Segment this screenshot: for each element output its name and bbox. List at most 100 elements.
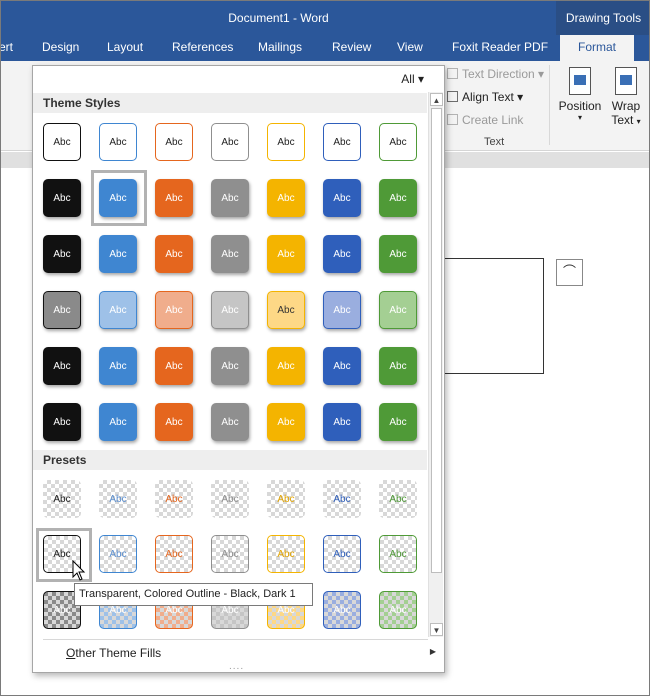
tab-mailings[interactable]: Mailings xyxy=(258,40,302,54)
theme-style-swatch[interactable]: Abc xyxy=(211,235,249,273)
swatch-label: Abc xyxy=(109,416,127,428)
swatch-label: Abc xyxy=(221,493,239,505)
preset-swatch[interactable]: Abc xyxy=(323,535,361,573)
preset-swatch[interactable]: Abc xyxy=(211,535,249,573)
theme-style-swatch[interactable]: Abc xyxy=(211,347,249,385)
swatch-label: Abc xyxy=(221,548,239,560)
swatch-label: Abc xyxy=(389,604,407,616)
theme-style-swatch[interactable]: Abc xyxy=(379,291,417,329)
tab-layout[interactable]: Layout xyxy=(107,40,143,54)
theme-style-swatch[interactable]: Abc xyxy=(99,347,137,385)
theme-style-swatch[interactable]: Abc xyxy=(155,235,193,273)
preset-swatch[interactable]: Abc xyxy=(155,480,193,518)
swatch-label: Abc xyxy=(53,136,71,148)
swatch-label: Abc xyxy=(277,604,295,616)
preset-swatch[interactable]: Abc xyxy=(99,480,137,518)
theme-style-swatch[interactable]: Abc xyxy=(99,403,137,441)
theme-style-swatch[interactable]: Abc xyxy=(267,123,305,161)
swatch-label: Abc xyxy=(165,416,183,428)
theme-style-swatch[interactable]: Abc xyxy=(323,403,361,441)
swatch-label: Abc xyxy=(53,604,71,616)
text-box-shape[interactable] xyxy=(441,258,544,374)
theme-style-swatch[interactable]: Abc xyxy=(43,179,81,217)
drawing-tools-context-header: Drawing Tools xyxy=(556,1,649,35)
theme-style-swatch[interactable]: Abc xyxy=(155,291,193,329)
theme-style-swatch[interactable]: Abc xyxy=(155,123,193,161)
preset-swatch[interactable]: Abc xyxy=(99,535,137,573)
theme-style-swatch[interactable]: Abc xyxy=(43,123,81,161)
swatch-label: Abc xyxy=(165,304,183,316)
preset-swatch[interactable]: Abc xyxy=(211,480,249,518)
theme-style-swatch[interactable]: Abc xyxy=(379,403,417,441)
swatch-label: Abc xyxy=(277,548,295,560)
theme-style-swatch[interactable]: Abc xyxy=(155,403,193,441)
preset-swatch[interactable]: Abc xyxy=(379,591,417,629)
scroll-down-icon[interactable]: ▼ xyxy=(430,623,443,636)
align-text-button[interactable]: Align Text ▾ xyxy=(447,90,523,104)
gallery-scrollbar[interactable]: ▲ ▼ xyxy=(428,92,443,637)
ribbon-tabs: ert Design Layout References Mailings Re… xyxy=(1,35,649,61)
swatch-label: Abc xyxy=(109,493,127,505)
theme-style-swatch[interactable]: Abc xyxy=(211,291,249,329)
preset-swatch[interactable]: Abc xyxy=(43,480,81,518)
theme-style-swatch[interactable]: Abc xyxy=(155,347,193,385)
tab-view[interactable]: View xyxy=(397,40,423,54)
position-button[interactable]: Position ▾ xyxy=(556,67,604,122)
app-window: Document1 - Word Drawing Tools ert Desig… xyxy=(0,0,650,696)
theme-style-swatch[interactable]: Abc xyxy=(43,235,81,273)
text-direction-button[interactable]: Text Direction ▾ xyxy=(447,67,544,81)
other-theme-fills-item[interactable]: Other Theme Fills xyxy=(66,646,161,660)
preset-swatch[interactable]: Abc xyxy=(267,535,305,573)
tab-references[interactable]: References xyxy=(172,40,233,54)
swatch-label: Abc xyxy=(165,360,183,372)
preset-swatch[interactable]: Abc xyxy=(155,535,193,573)
theme-style-swatch[interactable]: Abc xyxy=(211,179,249,217)
theme-style-swatch[interactable]: Abc xyxy=(99,291,137,329)
theme-style-swatch[interactable]: Abc xyxy=(211,123,249,161)
theme-style-swatch[interactable]: Abc xyxy=(155,179,193,217)
preset-swatch[interactable]: Abc xyxy=(323,480,361,518)
preset-swatch[interactable]: Abc xyxy=(323,591,361,629)
scroll-up-icon[interactable]: ▲ xyxy=(430,93,443,106)
wrap-text-button[interactable]: Wrap Text ▾ xyxy=(605,67,647,127)
theme-style-swatch[interactable]: Abc xyxy=(323,291,361,329)
theme-style-swatch[interactable]: Abc xyxy=(267,347,305,385)
swatch-label: Abc xyxy=(221,360,239,372)
theme-style-swatch[interactable]: Abc xyxy=(43,347,81,385)
preset-swatch[interactable]: Abc xyxy=(267,480,305,518)
theme-style-swatch[interactable]: Abc xyxy=(379,235,417,273)
resize-grip[interactable]: .... xyxy=(229,661,244,672)
preset-swatch[interactable]: Abc xyxy=(379,535,417,573)
theme-style-swatch[interactable]: Abc xyxy=(43,403,81,441)
layout-options-button[interactable]: ⌒ xyxy=(556,259,583,286)
theme-style-swatch[interactable]: Abc xyxy=(267,291,305,329)
swatch-label: Abc xyxy=(165,248,183,260)
theme-style-swatch[interactable]: Abc xyxy=(99,235,137,273)
tab-insert[interactable]: ert xyxy=(1,40,13,54)
preset-swatch[interactable]: Abc xyxy=(379,480,417,518)
theme-style-swatch[interactable]: Abc xyxy=(379,347,417,385)
theme-style-swatch[interactable]: Abc xyxy=(323,179,361,217)
theme-style-swatch[interactable]: Abc xyxy=(267,179,305,217)
swatch-label: Abc xyxy=(221,304,239,316)
swatch-label: Abc xyxy=(53,493,71,505)
theme-style-swatch[interactable]: Abc xyxy=(43,291,81,329)
theme-style-swatch[interactable]: Abc xyxy=(379,179,417,217)
swatch-label: Abc xyxy=(53,248,71,260)
theme-style-swatch[interactable]: Abc xyxy=(379,123,417,161)
scrollbar-thumb[interactable] xyxy=(431,108,442,573)
theme-style-swatch[interactable]: Abc xyxy=(211,403,249,441)
filter-dropdown[interactable]: All ▾ xyxy=(401,72,424,86)
theme-style-swatch[interactable]: Abc xyxy=(323,347,361,385)
tab-design[interactable]: Design xyxy=(42,40,79,54)
theme-style-swatch[interactable]: Abc xyxy=(323,123,361,161)
swatch-label: Abc xyxy=(277,360,295,372)
theme-style-swatch[interactable]: Abc xyxy=(267,235,305,273)
tab-foxit-reader-pdf[interactable]: Foxit Reader PDF xyxy=(452,40,548,54)
create-link-button[interactable]: Create Link xyxy=(447,113,523,127)
theme-style-swatch[interactable]: Abc xyxy=(267,403,305,441)
theme-style-swatch[interactable]: Abc xyxy=(323,235,361,273)
tab-review[interactable]: Review xyxy=(332,40,371,54)
tab-format[interactable]: Format xyxy=(560,35,635,61)
theme-style-swatch[interactable]: Abc xyxy=(99,123,137,161)
